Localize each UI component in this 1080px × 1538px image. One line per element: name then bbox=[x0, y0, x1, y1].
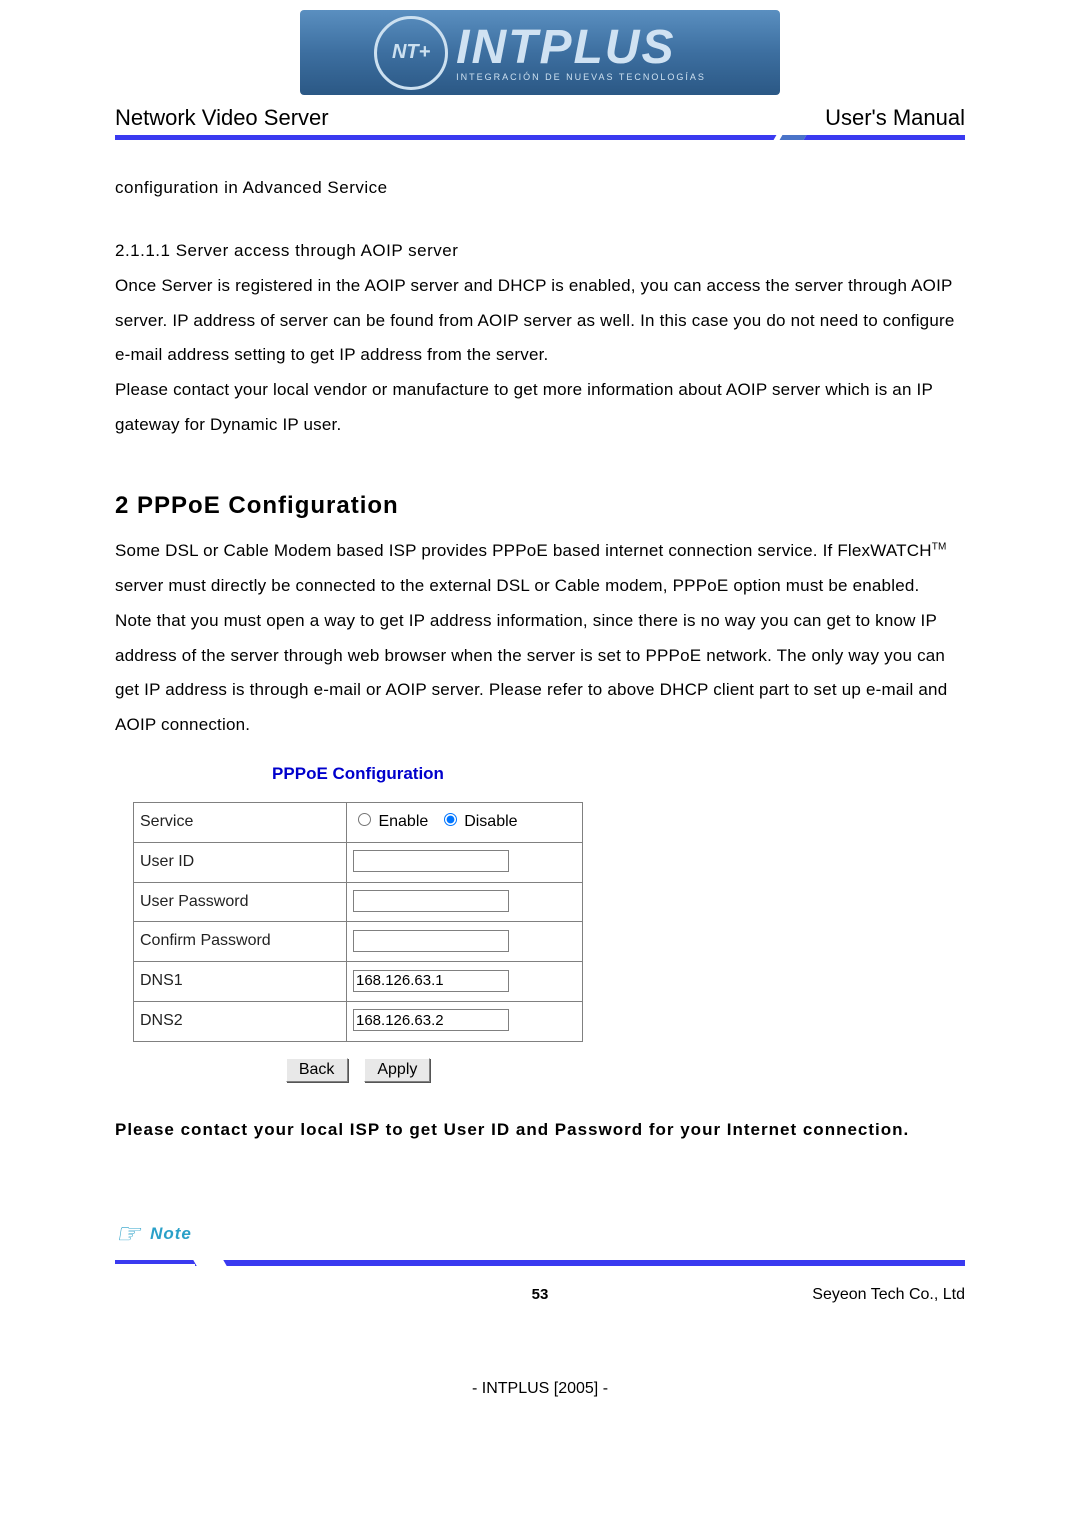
label-user-password: User Password bbox=[134, 882, 347, 922]
user-id-input[interactable] bbox=[353, 850, 509, 872]
footer-row: 53 Seyeon Tech Co., Ltd bbox=[115, 1286, 965, 1308]
apply-button[interactable]: Apply bbox=[364, 1058, 430, 1082]
service-disable-radio[interactable] bbox=[444, 813, 457, 826]
label-confirm-password: Confirm Password bbox=[134, 922, 347, 962]
radio-enable-label: Enable bbox=[378, 813, 428, 830]
paragraph-aoip-access: Once Server is registered in the AOIP se… bbox=[115, 269, 965, 374]
page-number: 53 bbox=[115, 1286, 965, 1303]
pppoe-intro-a: Some DSL or Cable Modem based ISP provid… bbox=[115, 541, 932, 560]
radio-disable-wrap[interactable]: Disable bbox=[439, 813, 518, 830]
imprint: - INTPLUS [2005] - bbox=[0, 1380, 1080, 1398]
paragraph-aoip-contact: Please contact your local vendor or manu… bbox=[115, 373, 965, 443]
form-button-row: Back Apply bbox=[133, 1052, 583, 1087]
contact-isp-note: Please contact your local ISP to get Use… bbox=[115, 1113, 965, 1148]
pppoe-config-form: PPPoE Configuration Service Enable Disab… bbox=[133, 757, 583, 1086]
header-row: Network Video Server User's Manual bbox=[115, 105, 965, 131]
radio-disable-label: Disable bbox=[464, 813, 517, 830]
note-row: ☞ Note bbox=[115, 1217, 965, 1250]
config-table: Service Enable Disable User ID bbox=[133, 802, 583, 1042]
row-dns2: DNS2 bbox=[134, 1001, 583, 1041]
paragraph-pppoe-intro: Some DSL or Cable Modem based ISP provid… bbox=[115, 534, 965, 604]
label-service: Service bbox=[134, 803, 347, 843]
section-title-pppoe: 2 PPPoE Configuration bbox=[115, 481, 965, 530]
brand-medallion-icon: NT+ bbox=[374, 16, 448, 90]
header-divider bbox=[115, 135, 965, 143]
brand-text-wrap: INTPLUS INTEGRACIÓN DE NUEVAS TECNOLOGÍA… bbox=[456, 24, 706, 82]
label-dns2: DNS2 bbox=[134, 1001, 347, 1041]
user-password-input[interactable] bbox=[353, 890, 509, 912]
confirm-password-input[interactable] bbox=[353, 930, 509, 952]
label-user-id: User ID bbox=[134, 842, 347, 882]
trademark-superscript: TM bbox=[932, 541, 947, 552]
subheading-2111: 2.1.1.1 Server access through AOIP serve… bbox=[115, 234, 965, 269]
pppoe-intro-b: server must directly be connected to the… bbox=[115, 576, 919, 595]
doc-title-left: Network Video Server bbox=[115, 105, 329, 131]
row-user-password: User Password bbox=[134, 882, 583, 922]
dns1-input[interactable] bbox=[353, 970, 509, 992]
config-line: configuration in Advanced Service bbox=[115, 171, 965, 206]
page: NT+ INTPLUS INTEGRACIÓN DE NUEVAS TECNOL… bbox=[0, 10, 1080, 1538]
radio-enable-wrap[interactable]: Enable bbox=[353, 813, 433, 830]
paragraph-pppoe-note: Note that you must open a way to get IP … bbox=[115, 604, 965, 743]
footer-divider bbox=[115, 1260, 965, 1270]
brand-tagline: INTEGRACIÓN DE NUEVAS TECNOLOGÍAS bbox=[456, 72, 706, 82]
content: configuration in Advanced Service 2.1.1.… bbox=[115, 171, 965, 1147]
doc-title-right: User's Manual bbox=[825, 105, 965, 131]
row-dns1: DNS1 bbox=[134, 962, 583, 1002]
pointing-hand-icon: ☞ bbox=[115, 1217, 140, 1250]
row-user-id: User ID bbox=[134, 842, 583, 882]
form-title: PPPoE Configuration bbox=[133, 757, 583, 792]
label-dns1: DNS1 bbox=[134, 962, 347, 1002]
brand-logo-banner: NT+ INTPLUS INTEGRACIÓN DE NUEVAS TECNOL… bbox=[300, 10, 780, 95]
row-service: Service Enable Disable bbox=[134, 803, 583, 843]
back-button[interactable]: Back bbox=[286, 1058, 348, 1082]
service-enable-radio[interactable] bbox=[358, 813, 371, 826]
cell-service-radios: Enable Disable bbox=[347, 803, 583, 843]
dns2-input[interactable] bbox=[353, 1009, 509, 1031]
note-label: Note bbox=[150, 1224, 192, 1244]
row-confirm-password: Confirm Password bbox=[134, 922, 583, 962]
brand-name: INTPLUS bbox=[456, 24, 675, 72]
